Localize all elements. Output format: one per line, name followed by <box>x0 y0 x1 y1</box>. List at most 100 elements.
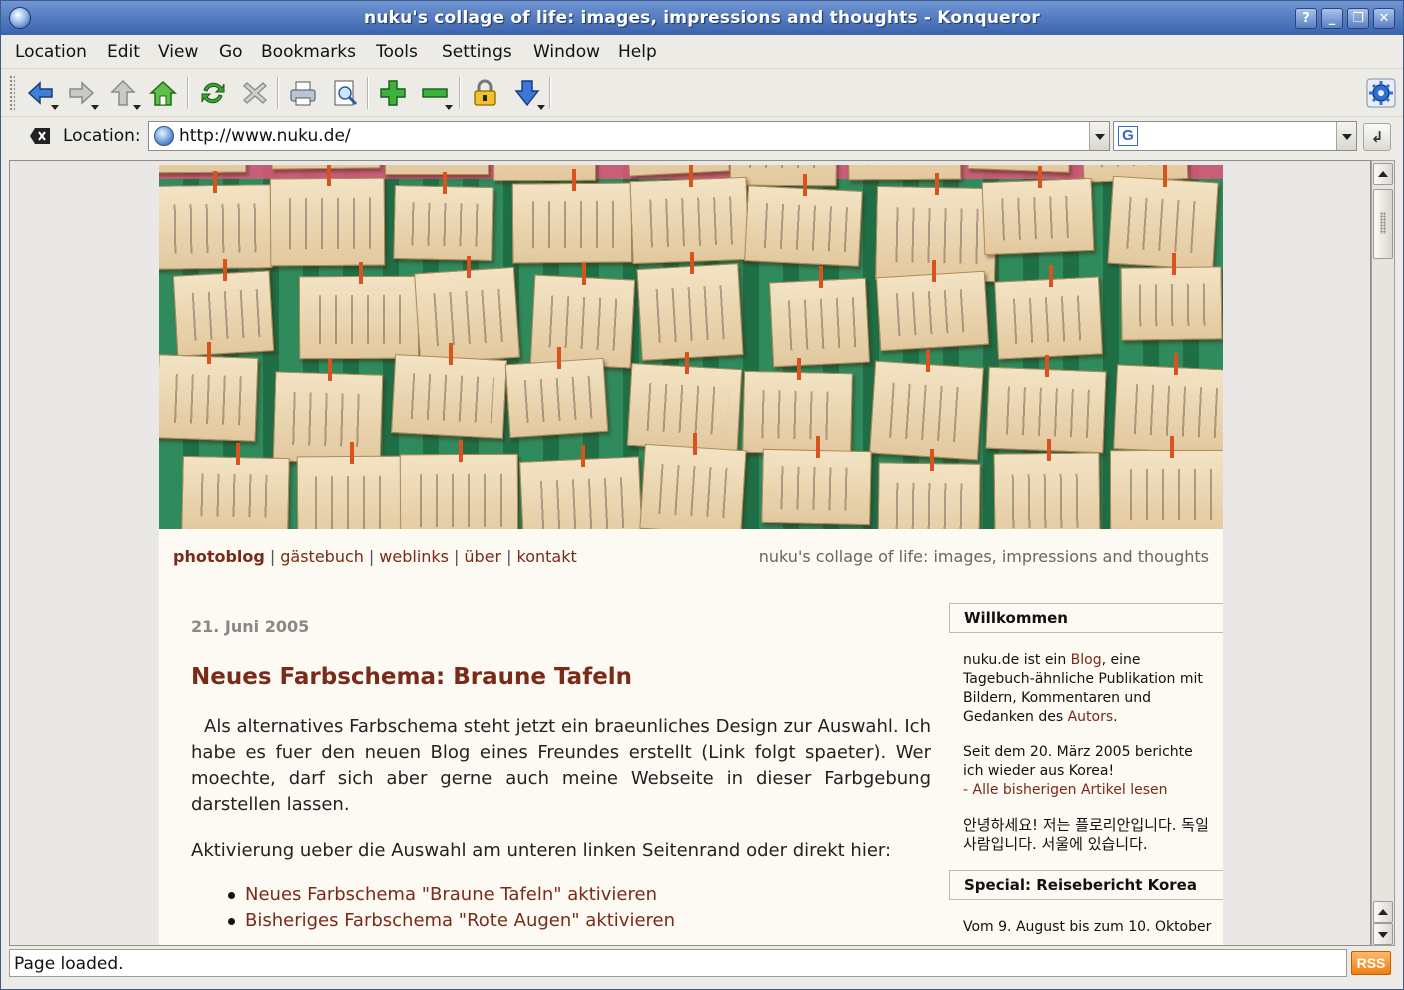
rss-feed-badge[interactable]: RSS <box>1351 951 1391 975</box>
print-preview-icon <box>334 80 358 106</box>
konqueror-window: nuku's collage of life: images, impressi… <box>0 0 1404 990</box>
web-search-input[interactable] <box>1142 125 1332 147</box>
plaque-cord <box>1045 354 1050 377</box>
html-view[interactable]: photoblog | gästebuch | weblinks | über | kontak… <box>9 160 1371 946</box>
activate-red-scheme-link[interactable]: Bisheriges Farbschema "Rote Augen" aktiv… <box>245 910 675 931</box>
menu-help[interactable]: Help <box>618 42 657 62</box>
ema-plaque <box>993 452 1101 529</box>
scroll-up-button-bottom[interactable] <box>1373 901 1393 923</box>
web-search-combobox[interactable]: G <box>1113 121 1357 151</box>
ema-plaque <box>518 456 644 529</box>
home-button[interactable] <box>147 77 179 109</box>
blog-link[interactable]: Blog <box>1071 652 1102 668</box>
url-input[interactable] <box>179 125 1079 147</box>
maximize-window-button[interactable]: ❐ <box>1347 8 1369 29</box>
back-icon <box>27 81 53 105</box>
zoom-out-button[interactable] <box>419 77 453 110</box>
plaque-cord <box>1173 353 1178 376</box>
forward-button[interactable] <box>65 77 99 110</box>
activate-brown-scheme-link[interactable]: Neues Farbschema "Braune Tafeln" aktivie… <box>245 884 657 905</box>
ema-plaque <box>847 165 961 181</box>
ema-plaque <box>384 165 489 175</box>
title-bar[interactable]: nuku's collage of life: images, impressi… <box>1 1 1403 35</box>
scrollbar-thumb[interactable] <box>1373 189 1393 259</box>
scroll-down-button[interactable] <box>1373 923 1393 945</box>
stop-button[interactable] <box>239 77 271 109</box>
window-title: nuku's collage of life: images, impressi… <box>364 8 1040 28</box>
google-search-icon[interactable]: G <box>1118 126 1138 146</box>
plaque-cord <box>689 165 694 187</box>
back-button[interactable] <box>25 77 59 110</box>
plaque-cord <box>802 173 807 196</box>
reload-button[interactable] <box>197 77 229 109</box>
menu-edit[interactable]: Edit <box>107 42 140 62</box>
all-articles-link[interactable]: - Alle bisherigen Artikel lesen <box>963 782 1168 798</box>
plaque-cord <box>207 342 212 365</box>
post-title[interactable]: Neues Farbschema: Braune Tafeln <box>191 664 931 690</box>
toolbar-grip[interactable] <box>9 75 15 111</box>
clear-location-icon[interactable] <box>29 127 51 145</box>
ema-plaque <box>159 354 259 442</box>
stop-icon <box>243 82 267 104</box>
post-paragraph-activation: Aktivierung ueber die Auswahl am unteren… <box>191 840 892 861</box>
scroll-up-button[interactable] <box>1373 163 1393 185</box>
ema-plaque <box>492 165 596 182</box>
menu-location[interactable]: Location <box>15 42 87 62</box>
plaque-cord <box>1049 265 1054 288</box>
nav-link-gaestebuch[interactable]: gästebuch <box>280 547 364 566</box>
vertical-scrollbar[interactable] <box>1371 160 1395 946</box>
search-engine-dropdown[interactable] <box>1336 122 1356 150</box>
ema-plaque <box>1120 265 1223 341</box>
menu-bookmarks[interactable]: Bookmarks <box>261 42 356 62</box>
menu-window[interactable]: Window <box>533 42 600 62</box>
plaque-cord <box>1038 166 1043 189</box>
up-icon <box>110 79 136 106</box>
ema-plaque <box>768 277 871 368</box>
menu-tools[interactable]: Tools <box>376 42 418 62</box>
print-button[interactable] <box>287 77 319 109</box>
zoom-out-icon <box>422 88 448 98</box>
menu-bar: Location Edit View Go Bookmarks Tools Se… <box>1 35 1403 69</box>
sidebar-heading-welcome: Willkommen <box>949 603 1223 633</box>
special-dates: Vom 9. August bis zum 10. Oktober <box>963 919 1212 935</box>
ema-plaque <box>298 275 420 359</box>
url-history-dropdown[interactable] <box>1089 122 1109 150</box>
plaque-cord <box>816 436 821 459</box>
list-item: Bisheriges Farbschema "Rote Augen" aktiv… <box>191 908 931 934</box>
close-window-button[interactable]: ✕ <box>1373 8 1395 29</box>
help-window-button[interactable]: ? <box>1295 8 1317 29</box>
nav-link-ueber[interactable]: über <box>464 547 501 566</box>
autor-link[interactable]: Autors <box>1068 709 1114 725</box>
nav-link-kontakt[interactable]: kontakt <box>517 547 577 566</box>
url-combobox[interactable] <box>148 121 1110 151</box>
print-preview-button[interactable] <box>329 77 361 109</box>
nav-link-weblinks[interactable]: weblinks <box>379 547 449 566</box>
ema-plaque <box>627 362 743 452</box>
sidebar: Willkommen nuku.de ist ein Blog, eine Ta… <box>949 603 1223 937</box>
go-button[interactable]: ↲ <box>1363 123 1391 151</box>
post-date: 21. Juni 2005 <box>191 617 310 636</box>
plaque-cord <box>467 255 472 278</box>
ema-plaque <box>994 276 1104 360</box>
ema-plaque <box>390 354 507 440</box>
plaque-cord <box>926 350 931 373</box>
plaque-cord <box>1171 252 1176 275</box>
ema-plaque <box>639 444 747 529</box>
up-button[interactable] <box>107 77 141 110</box>
menu-settings[interactable]: Settings <box>442 42 512 62</box>
security-button[interactable] <box>469 77 501 109</box>
korean-greeting: 안녕하세요! 저는 플로리안입니다. 독일 사람입니다. 서울에 있습니다. <box>963 816 1209 853</box>
menu-go[interactable]: Go <box>219 42 243 62</box>
ema-plaque <box>392 185 494 262</box>
sidebar-special-body: Vom 9. August bis zum 10. Oktober <box>949 900 1223 937</box>
nav-link-photoblog[interactable]: photoblog <box>173 547 265 566</box>
ema-plaque <box>743 184 862 267</box>
minimize-window-button[interactable]: _ <box>1321 8 1343 29</box>
menu-view[interactable]: View <box>158 42 198 62</box>
konqueror-throbber[interactable] <box>1365 77 1397 109</box>
plaque-cord <box>556 347 561 370</box>
blog-post: 21. Juni 2005 Neues Farbschema: Braune T… <box>191 617 931 934</box>
download-button[interactable] <box>511 77 545 110</box>
zoom-in-button[interactable] <box>377 77 409 109</box>
plaque-cord <box>358 261 363 284</box>
